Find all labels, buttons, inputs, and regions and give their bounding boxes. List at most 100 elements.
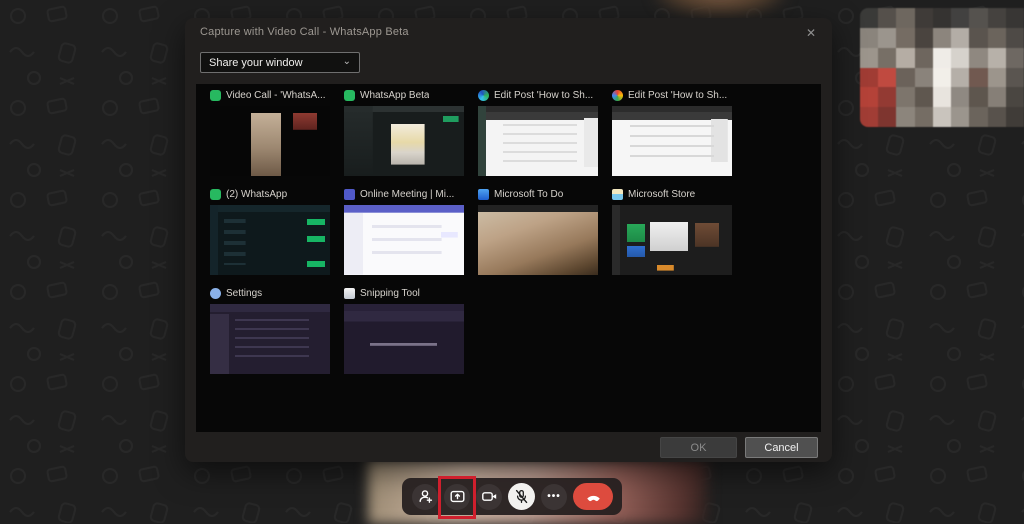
- webcam-pixel: [860, 27, 879, 48]
- webcam-pixel: [878, 8, 897, 28]
- webcam-pixel: [932, 27, 952, 48]
- webcam-pixel: [932, 67, 952, 88]
- edge-icon: [478, 89, 489, 101]
- add-person-icon: [419, 490, 432, 503]
- window-preview[interactable]: [344, 205, 464, 275]
- window-title: Microsoft Store: [628, 188, 696, 200]
- close-icon[interactable]: ✕: [802, 24, 820, 42]
- webcam-pixel: [1005, 107, 1024, 127]
- cancel-button[interactable]: Cancel: [745, 437, 818, 458]
- microphone-muted-button[interactable]: [508, 483, 535, 510]
- window-thumbnail[interactable]: Edit Post 'How to Sh...: [478, 88, 598, 176]
- window-preview[interactable]: [210, 304, 330, 374]
- whatsapp-icon: [210, 89, 221, 101]
- webcam-pixel: [1005, 47, 1024, 68]
- window-title: Video Call - 'WhatsA...: [226, 89, 326, 101]
- webcam-pixel: [878, 47, 897, 68]
- webcam-pixel: [914, 47, 933, 68]
- share-screen-button[interactable]: [438, 475, 476, 519]
- webcam-pixel: [1005, 8, 1024, 28]
- webcam-pixel: [969, 8, 988, 28]
- webcam-pixel: [878, 27, 897, 48]
- share-screen-icon: [450, 490, 465, 503]
- dialog-title: Capture with Video Call - WhatsApp Beta: [200, 26, 409, 38]
- window-preview[interactable]: [344, 304, 464, 374]
- window-label-row: Online Meeting | Mi...: [344, 187, 464, 201]
- window-label-row: Video Call - 'WhatsA...: [210, 88, 330, 102]
- webcam-pixel: [969, 27, 988, 48]
- teams-icon: [344, 188, 355, 200]
- webcam-pixel: [914, 107, 933, 127]
- webcam-pixel: [914, 87, 933, 108]
- webcam-pixel: [878, 107, 897, 127]
- window-preview[interactable]: [344, 106, 464, 176]
- snip-icon: [344, 287, 355, 299]
- webcam-pixel: [878, 87, 897, 108]
- chevron-down-icon: ⌄: [342, 55, 351, 67]
- window-preview[interactable]: [612, 106, 732, 176]
- webcam-pixel: [860, 107, 879, 127]
- webcam-pixel: [1005, 87, 1024, 108]
- window-thumbnail[interactable]: Edit Post 'How to Sh...: [612, 88, 732, 176]
- webcam-pixel: [896, 47, 915, 68]
- webcam-pixel: [987, 67, 1006, 88]
- webcam-pixel: [932, 47, 952, 68]
- webcam-pixel: [932, 87, 952, 108]
- window-label-row: Settings: [210, 286, 330, 300]
- microphone-muted-icon: [515, 489, 528, 504]
- window-label-row: Snipping Tool: [344, 286, 464, 300]
- ok-button[interactable]: OK: [660, 437, 737, 458]
- self-view-webcam: [860, 8, 1024, 127]
- share-source-dropdown[interactable]: Share your window ⌄: [200, 52, 360, 73]
- window-title: Online Meeting | Mi...: [360, 188, 455, 200]
- window-thumbnail[interactable]: WhatsApp Beta: [344, 88, 464, 176]
- window-preview[interactable]: [612, 205, 732, 275]
- window-thumbnail[interactable]: Settings: [210, 286, 330, 374]
- webcam-pixel: [969, 107, 988, 127]
- whatsapp-icon: [210, 188, 221, 200]
- add-person-button[interactable]: [412, 483, 438, 510]
- webcam-pixel: [896, 107, 915, 127]
- window-label-row: Edit Post 'How to Sh...: [612, 88, 732, 102]
- window-thumbnail[interactable]: Microsoft Store: [612, 187, 732, 275]
- webcam-pixel: [969, 87, 988, 108]
- webcam-pixel: [1005, 67, 1024, 88]
- window-thumbnail[interactable]: Microsoft To Do: [478, 187, 598, 275]
- webcam-pixel: [951, 47, 970, 68]
- todo-icon: [478, 188, 489, 200]
- window-thumbnail[interactable]: Video Call - 'WhatsA...: [210, 88, 330, 176]
- window-label-row: Microsoft To Do: [478, 187, 598, 201]
- webcam-pixel: [878, 67, 897, 88]
- webcam-pixel: [987, 47, 1006, 68]
- dropdown-value: Share your window: [209, 56, 303, 69]
- window-preview[interactable]: [478, 106, 598, 176]
- webcam-pixel: [914, 67, 933, 88]
- window-label-row: Microsoft Store: [612, 187, 732, 201]
- whatsapp-icon: [344, 89, 355, 101]
- window-thumbnail[interactable]: Snipping Tool: [344, 286, 464, 374]
- webcam-pixel: [914, 8, 933, 28]
- window-title: Edit Post 'How to Sh...: [628, 89, 728, 101]
- webcam-pixel: [860, 8, 879, 28]
- webcam-pixel: [896, 8, 915, 28]
- window-title: Edit Post 'How to Sh...: [494, 89, 594, 101]
- webcam-pixel: [932, 8, 952, 28]
- settings-icon: [210, 287, 221, 299]
- window-thumbnail[interactable]: (2) WhatsApp: [210, 187, 330, 275]
- call-controls-bar: •••: [402, 475, 622, 519]
- webcam-pixel: [860, 47, 879, 68]
- camera-button[interactable]: [476, 483, 502, 510]
- window-title: Settings: [226, 287, 263, 299]
- end-call-button[interactable]: [573, 483, 613, 510]
- webcam-pixel: [932, 107, 952, 127]
- window-preview[interactable]: [478, 205, 598, 275]
- webcam-pixel: [969, 67, 988, 88]
- window-preview[interactable]: [210, 106, 330, 176]
- more-options-button[interactable]: •••: [541, 483, 567, 510]
- window-thumbnail[interactable]: Online Meeting | Mi...: [344, 187, 464, 275]
- webcam-pixel: [951, 107, 970, 127]
- webcam-pixel: [860, 87, 879, 108]
- window-list-panel: Video Call - 'WhatsA... WhatsApp Beta Ed…: [196, 84, 821, 432]
- chrome-icon: [612, 89, 623, 101]
- window-preview[interactable]: [210, 205, 330, 275]
